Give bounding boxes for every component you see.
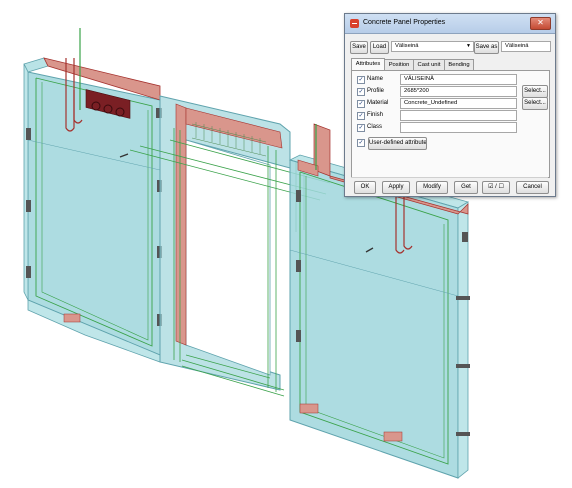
profile-field[interactable]: 2685*200 [400, 86, 517, 97]
user-defined-checkbox[interactable]: ✓ [357, 139, 365, 147]
class-label: Class [367, 124, 383, 130]
profile-label: Profile [367, 88, 385, 94]
save-as-field[interactable]: Väliseinä [501, 41, 551, 52]
close-icon: ✕ [537, 18, 544, 27]
finish-checkbox[interactable]: ✓ [357, 112, 365, 120]
dialog-titlebar[interactable]: Concrete Panel Properties ✕ [345, 14, 555, 34]
apply-button[interactable]: Apply [382, 181, 410, 194]
ok-button[interactable]: OK [354, 181, 376, 194]
left-wall-panel[interactable] [23, 28, 162, 363]
finish-label: Finish [367, 112, 384, 118]
panel-properties-icon [350, 19, 359, 28]
attributes-tab-panel: ✓ Name VÄLISEINÄ ✓ Profile 2685*200 Sele… [351, 70, 550, 178]
name-field[interactable]: VÄLISEINÄ [400, 74, 517, 85]
close-button[interactable]: ✕ [530, 17, 551, 30]
load-attributes-combo[interactable]: Väliseinä ▼ [391, 41, 474, 52]
cancel-button[interactable]: Cancel [516, 181, 549, 194]
save-button[interactable]: Save [350, 41, 368, 54]
bottom-separator [351, 177, 548, 178]
save-as-button[interactable]: Save as [474, 41, 499, 54]
name-label: Name [367, 76, 384, 82]
user-defined-attributes-button[interactable]: User-defined attributes... [368, 137, 427, 150]
material-select-button[interactable]: Select... [522, 97, 548, 110]
name-checkbox[interactable]: ✓ [357, 76, 365, 84]
get-button[interactable]: Get [454, 181, 478, 194]
dialog-title: Concrete Panel Properties [363, 19, 446, 26]
concrete-panel-properties-dialog: Concrete Panel Properties ✕ Save Load Vä… [344, 13, 556, 197]
tab-cast-unit[interactable]: Cast unit [413, 59, 445, 70]
chevron-down-icon: ▼ [466, 43, 471, 49]
tab-position[interactable]: Position [384, 59, 414, 70]
toggle-checkboxes-button[interactable]: ☑ / ☐ [482, 181, 510, 194]
modify-button[interactable]: Modify [416, 181, 448, 194]
material-field[interactable]: Concrete_Undefined [400, 98, 517, 109]
load-combo-value: Väliseinä [395, 43, 419, 49]
tab-bending[interactable]: Bending [444, 59, 474, 70]
material-label: Material [367, 100, 389, 106]
class-checkbox[interactable]: ✓ [357, 124, 365, 132]
load-button[interactable]: Load [370, 41, 389, 54]
class-field[interactable] [400, 122, 517, 133]
finish-field[interactable] [400, 110, 517, 121]
profile-checkbox[interactable]: ✓ [357, 88, 365, 96]
material-checkbox[interactable]: ✓ [357, 100, 365, 108]
